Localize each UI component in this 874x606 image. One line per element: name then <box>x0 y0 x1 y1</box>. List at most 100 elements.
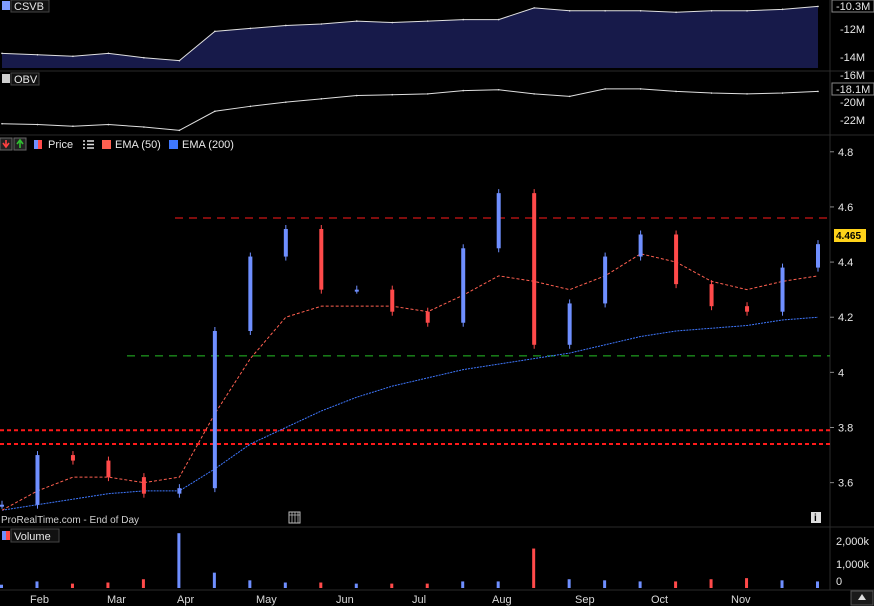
down-arrow-button[interactable] <box>0 137 13 151</box>
volume-bar <box>709 579 713 588</box>
csvb-point <box>817 5 819 8</box>
price-candle <box>745 306 750 312</box>
month-label: Feb <box>30 594 49 606</box>
price-candle <box>816 244 820 268</box>
price-candle <box>0 504 4 507</box>
obv-point <box>817 90 819 93</box>
volume-tick-label: 1,000k <box>836 559 870 571</box>
price-candle <box>567 303 572 345</box>
price-candle <box>461 248 466 323</box>
volume-bar <box>425 583 429 588</box>
obv-label: OBV <box>14 74 38 86</box>
csvb-point <box>746 10 748 12</box>
obv-point <box>107 123 110 126</box>
price-candle <box>709 284 714 307</box>
volume-bar <box>248 580 252 588</box>
volume-bar <box>283 582 287 588</box>
obv-point <box>462 89 465 92</box>
up-arrow-button[interactable] <box>13 137 27 151</box>
price-tick-label: 4 <box>838 367 844 379</box>
volume-bar <box>70 583 74 588</box>
volume-panel <box>0 528 874 590</box>
volume-bar <box>603 580 607 588</box>
ema200-swatch-icon <box>169 140 178 149</box>
price-candle <box>780 267 785 312</box>
price-candle <box>283 228 288 257</box>
volume-bar <box>567 579 571 588</box>
csvb-point <box>391 21 394 24</box>
volume-bar <box>745 578 749 588</box>
csvb-swatch <box>2 1 10 10</box>
info-icon-glyph: i <box>814 513 817 524</box>
price-candle <box>674 234 679 285</box>
volume-bar <box>141 579 145 588</box>
price-panel <box>0 136 874 526</box>
price-candle <box>106 460 111 478</box>
csvb-label: CSVB <box>14 1 44 13</box>
price-tick-label: 4.8 <box>838 147 853 159</box>
price-candle <box>354 289 359 292</box>
obv-point <box>639 88 642 90</box>
csvb-point <box>36 54 39 56</box>
month-label: Jun <box>336 594 354 606</box>
obv-panel <box>0 72 874 134</box>
csvb-point <box>533 7 535 9</box>
volume-bar <box>780 580 784 588</box>
price-tick-label: 4.2 <box>838 312 853 324</box>
csvb-point <box>426 20 429 22</box>
price-legend-label: Price <box>48 139 73 151</box>
scroll-up-button[interactable] <box>850 590 874 606</box>
month-label: Jul <box>412 594 426 606</box>
price-swatch-icon <box>34 140 38 149</box>
month-label: Nov <box>731 594 751 606</box>
obv-point <box>710 92 713 94</box>
csvb-tick-label: -12M <box>840 24 865 36</box>
volume-bar <box>354 583 358 588</box>
obv-point <box>178 129 181 132</box>
obv-tick-label: -22M <box>840 115 865 127</box>
month-label: Aug <box>492 594 512 606</box>
info-button[interactable]: i <box>811 512 821 524</box>
price-candle <box>390 289 395 312</box>
price-swatch-icon <box>38 140 42 149</box>
obv-point <box>533 93 535 95</box>
obv-point <box>249 105 252 108</box>
obv-point <box>497 88 500 91</box>
price-candle <box>177 488 182 494</box>
volume-bar <box>0 584 3 588</box>
obv-tick-label: -20M <box>840 97 865 109</box>
volume-bar <box>532 548 536 588</box>
obv-point <box>143 126 145 128</box>
volume-bar <box>496 581 500 588</box>
obv-point <box>36 123 39 126</box>
obv-swatch <box>2 74 10 83</box>
price-candle <box>35 455 40 505</box>
csvb-point <box>1 52 3 55</box>
obv-point <box>391 93 394 96</box>
csvb-point <box>604 10 606 12</box>
volume-bar <box>638 581 642 588</box>
volume-label: Volume <box>14 531 51 543</box>
price-tick-label: 3.8 <box>838 423 853 435</box>
obv-point <box>746 93 748 95</box>
volume-bar <box>177 533 181 588</box>
month-label: Oct <box>651 594 668 606</box>
volume-tick-label: 0 <box>836 576 842 588</box>
price-candle <box>141 477 146 494</box>
ema200-legend-label: EMA (200) <box>182 139 234 151</box>
obv-point <box>604 88 606 90</box>
csvb-point <box>675 11 677 14</box>
csvb-point <box>710 10 713 12</box>
chart-workspace: CSVB -10.3M -12M -14M OBV -16M -18.1M -2… <box>0 0 874 606</box>
volume-bar <box>319 582 323 588</box>
obv-point <box>72 125 74 127</box>
csvb-point <box>355 20 358 22</box>
volume-swatch-icon <box>2 531 6 540</box>
csvb-point <box>214 30 216 33</box>
price-tick-label: 3.6 <box>838 478 853 490</box>
price-tick-label: 4.6 <box>838 202 853 214</box>
obv-point <box>320 98 323 100</box>
month-label: May <box>256 594 277 606</box>
ema50-legend-label: EMA (50) <box>115 139 161 151</box>
month-label: Apr <box>177 594 194 606</box>
